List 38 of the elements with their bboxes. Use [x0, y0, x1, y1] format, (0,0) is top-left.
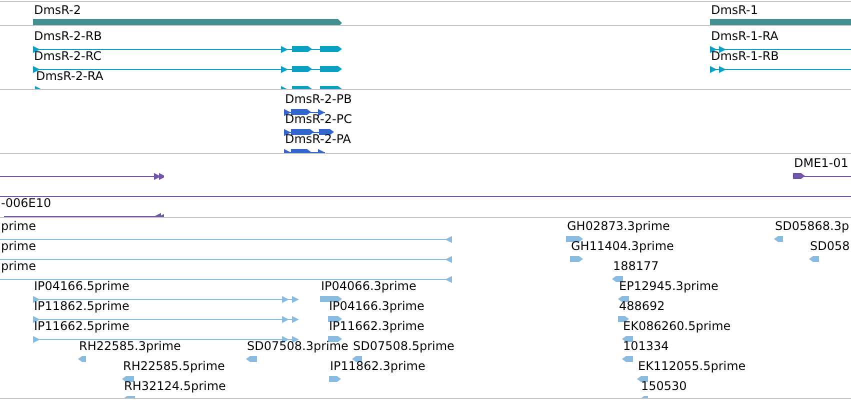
feature-label: RH32124.5prime	[123, 380, 226, 392]
feature-label: DmsR-2-RB	[33, 30, 103, 42]
feature-label: DmsR-2-RC	[33, 50, 102, 62]
feature-label: DME1-01	[793, 157, 850, 169]
feature-label: EK112055.5prime	[637, 360, 746, 372]
feature-label: prime	[0, 220, 37, 232]
feature-label: IP11662.3prime	[328, 320, 424, 332]
feature-label: SD058	[809, 240, 850, 252]
feature-label: IP04166.5prime	[33, 280, 130, 292]
feature-label: DmsR-1-RB	[710, 50, 780, 62]
feature-label: DmsR-2	[33, 4, 82, 16]
feature-label: DmsR-2-PB	[284, 93, 352, 105]
feature-label: DmsR-2-RA	[35, 70, 104, 82]
feature-label: IP04066.3prime	[320, 280, 416, 292]
feature-label: DmsR-1	[710, 4, 759, 16]
feature-label: 150530	[640, 380, 687, 392]
feature-label: 488692	[618, 300, 665, 312]
feature-label: DmsR-2-PC	[284, 113, 352, 125]
feature-label: SD07508.3prime	[246, 340, 348, 352]
feature-label: 188177	[612, 260, 659, 272]
feature-label: SD05868.3p	[774, 220, 850, 232]
feature-label: 101334	[622, 340, 669, 352]
feature-label: GH02873.3prime	[566, 220, 670, 232]
feature-label: RH22585.3prime	[78, 340, 181, 352]
feature-label: RH22585.5prime	[122, 360, 225, 372]
feature-label: GH11404.3prime	[570, 240, 674, 252]
feature-label: DmsR-1-RA	[710, 30, 780, 42]
feature-label: EP12945.3prime	[618, 280, 718, 292]
feature-label: IP11862.3prime	[329, 360, 426, 372]
feature-label: EK086260.5prime	[622, 320, 731, 332]
feature-label: IP11862.5prime	[33, 300, 130, 312]
feature-label: DmsR-2-PA	[284, 133, 352, 145]
feature-label: IP04166.3prime	[328, 300, 424, 312]
feature-label: prime	[0, 240, 37, 252]
feature-label: IP11662.5prime	[33, 320, 130, 332]
feature-label: SD07508.5prime	[352, 340, 454, 352]
feature-label: prime	[0, 260, 37, 272]
feature-label: -006E10	[0, 197, 52, 209]
